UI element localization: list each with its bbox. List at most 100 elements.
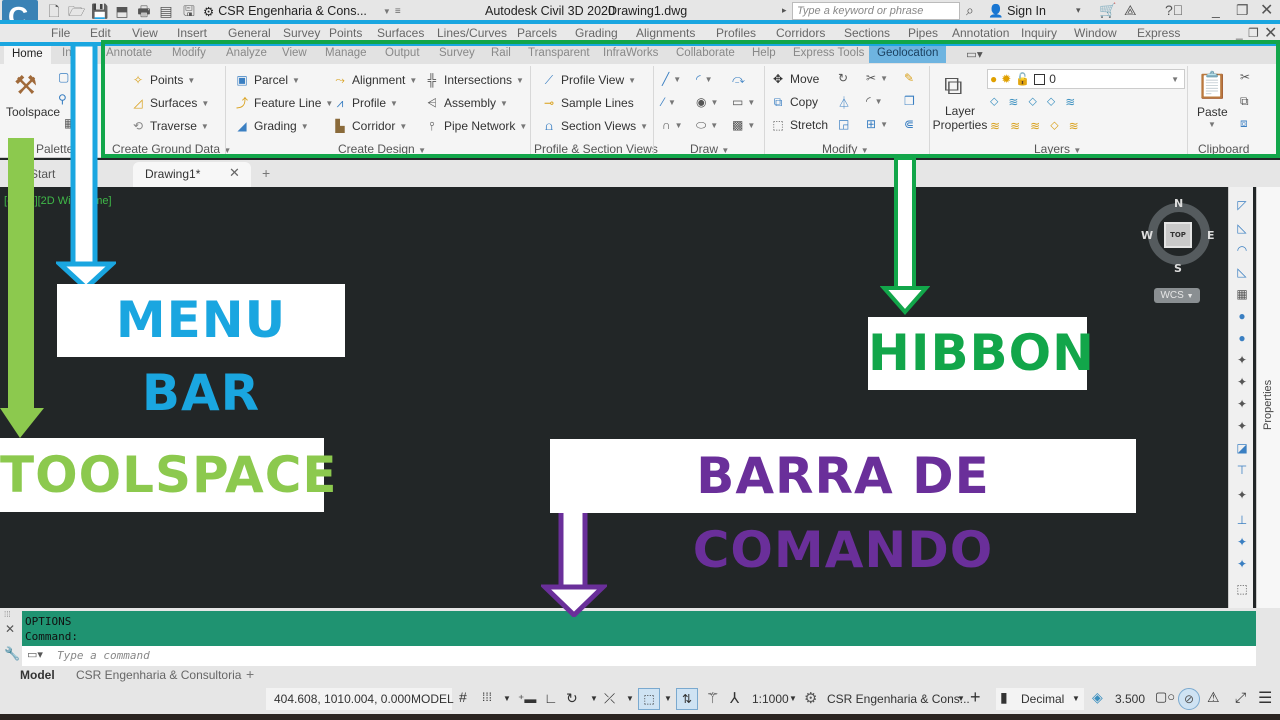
osnap-dropdown-icon[interactable]: ▼ — [664, 694, 672, 703]
quick-properties-icon[interactable]: ▢○ — [1155, 689, 1175, 705]
tab-home[interactable]: Home — [4, 45, 51, 64]
tool-icon[interactable]: ✦ — [1234, 534, 1250, 550]
polar-dropdown-icon[interactable]: ▼ — [590, 694, 598, 703]
close-icon[interactable]: ✕ — [1260, 0, 1273, 20]
clean-screen-warning-icon[interactable]: ⚠ — [1207, 689, 1220, 706]
tool-icon[interactable]: ◪ — [1234, 440, 1250, 456]
plot-preview-icon[interactable]: ▤ — [158, 3, 174, 19]
tool-icon[interactable]: ◸ — [1234, 197, 1250, 213]
terminal-icon[interactable]: ▭▾ — [27, 648, 43, 661]
fullscreen-icon[interactable]: ⤢ — [1235, 689, 1246, 706]
title-bar: 🗋 🗁 💾 ⬒ 🖶 ▤ 🖫 ⚙ CSR Engenharia & Cons...… — [0, 0, 1280, 22]
print-icon[interactable]: 🖶 — [136, 3, 152, 19]
tool-icon[interactable]: ⊥ — [1234, 512, 1250, 528]
isodraft-icon[interactable]: ⤫ — [604, 690, 615, 707]
auto-scale-icon[interactable]: ⅄ — [730, 689, 739, 707]
isodraft-dropdown-icon[interactable]: ▼ — [626, 694, 634, 703]
customize-qat-icon[interactable]: ≡ — [395, 6, 401, 17]
save-to-cloud-icon[interactable]: 🖫 — [181, 3, 197, 19]
gear-icon: ⚙ — [203, 4, 215, 19]
ucs-menu[interactable]: WCS ▼ — [1154, 288, 1200, 303]
properties-palette-label[interactable]: Properties — [1262, 380, 1274, 430]
tool-icon[interactable]: ◺ — [1234, 264, 1250, 280]
object-snap-icon[interactable]: ⬚ — [638, 688, 660, 710]
open-file-icon[interactable]: 🗁 — [68, 3, 85, 19]
compass-east[interactable]: E — [1207, 229, 1215, 242]
command-bar-label: BARRA DE COMANDO — [550, 439, 1136, 579]
tool-icon[interactable]: ● — [1234, 330, 1250, 346]
tool-icon[interactable]: ✦ — [1234, 396, 1250, 412]
graphics-performance-icon[interactable]: ⊘ — [1178, 688, 1200, 710]
units-dropdown-icon[interactable]: ▼ — [1072, 694, 1080, 703]
model-space-toggle[interactable]: MODEL — [411, 692, 454, 706]
tool-icon[interactable]: ◠ — [1234, 242, 1250, 258]
help-icon[interactable]: ?⃝ — [1165, 2, 1183, 18]
restore-icon[interactable]: ❐ — [1236, 2, 1249, 19]
chevron-down-icon: ▼ — [382, 6, 391, 16]
lineweight-icon[interactable]: ◈ — [1092, 689, 1103, 706]
tool-icon[interactable]: ✦ — [1234, 352, 1250, 368]
help-search-input[interactable]: Type a keyword or phrase — [792, 2, 960, 20]
customize-menu-icon[interactable]: ☰ — [1258, 688, 1272, 708]
dynamic-input-icon[interactable]: ⁺▬ — [518, 692, 536, 706]
workspace-select[interactable]: ⚙ CSR Engenharia & Cons... ▼ ≡ — [203, 2, 401, 20]
viewcube-top-face[interactable]: TOP — [1164, 222, 1192, 248]
dropdown-icon[interactable]: ▾ — [1076, 5, 1081, 16]
autodesk-a360-icon[interactable]: ⟁ — [1124, 2, 1137, 19]
close-command-icon[interactable]: ✕ — [5, 622, 15, 636]
tool-icon[interactable]: ✦ — [1234, 374, 1250, 390]
taskbar-strip — [0, 714, 1280, 720]
status-bar: 404.608, 1010.004, 0.000 MODEL # ⁞⁞⁞ ▼ ⁺… — [0, 684, 1280, 714]
compass-north[interactable]: N — [1174, 197, 1183, 210]
units-select[interactable]: Decimal — [1021, 692, 1064, 706]
command-input[interactable]: ▭▾ Type a command — [22, 646, 1256, 666]
workspace-dropdown-icon[interactable]: ▼ — [957, 694, 965, 703]
compass-west[interactable]: W — [1141, 229, 1153, 242]
drawing-tab[interactable]: Drawing1* ✕ — [133, 162, 251, 187]
customize-wrench-icon[interactable]: 🔧 — [4, 646, 20, 662]
snap-icon[interactable]: ⁞⁞⁞ — [482, 690, 492, 704]
new-tab-icon[interactable]: + — [262, 165, 270, 181]
snap-dropdown-icon[interactable]: ▼ — [503, 694, 511, 703]
save-icon[interactable]: 💾 — [91, 3, 108, 19]
tool-icon[interactable]: ● — [1234, 308, 1250, 324]
save-as-icon[interactable]: ⬒ — [114, 3, 130, 19]
annotation-scale[interactable]: 1:1000 — [752, 692, 789, 706]
lineweight-value[interactable]: 3.500 — [1115, 692, 1145, 706]
new-file-icon[interactable]: 🗋 — [46, 3, 62, 19]
tool-icon[interactable]: ▦ — [1234, 286, 1250, 302]
workspace-switch[interactable]: CSR Engenharia & Cons... — [827, 692, 970, 706]
grip-handle[interactable]: ⁞⁞⁞ — [4, 610, 11, 619]
toolspace-button[interactable]: Toolspace — [6, 105, 60, 119]
model-tab[interactable]: Model — [20, 668, 55, 682]
tool-icon[interactable]: ◺ — [1234, 220, 1250, 236]
app-title: Autodesk Civil 3D 2020 — [485, 4, 615, 18]
command-history-line: Command: — [25, 630, 78, 643]
ortho-icon[interactable]: ∟ — [544, 690, 558, 706]
tool-icon[interactable]: ⊤ — [1234, 462, 1250, 478]
compass-south[interactable]: S — [1174, 262, 1182, 275]
layout-tab[interactable]: CSR Engenharia & Consultoria — [76, 668, 241, 682]
coordinate-readout[interactable]: 404.608, 1010.004, 0.000 — [274, 692, 411, 706]
polar-tracking-icon[interactable]: ↻ — [566, 690, 578, 707]
tool-icon[interactable]: ✦ — [1234, 556, 1250, 572]
tool-icon[interactable]: ⬚ — [1234, 581, 1250, 597]
workspace-gear-icon[interactable]: ⚙ — [804, 689, 817, 707]
cart-icon[interactable]: 🛒 — [1099, 2, 1116, 19]
minimize-icon[interactable]: _ — [1212, 2, 1220, 18]
object-snap-tracking-icon[interactable]: ⇅ — [676, 688, 698, 710]
search-expand-icon[interactable]: ▸ — [782, 5, 787, 16]
tool-icon[interactable]: ✦ — [1234, 418, 1250, 434]
annotation-visibility-icon[interactable]: ⚚ — [706, 689, 719, 707]
crosshair-icon[interactable]: + — [970, 687, 981, 708]
grid-icon[interactable]: # — [459, 689, 467, 705]
ucs-label: WCS — [1160, 290, 1184, 301]
command-placeholder: Type a command — [57, 649, 150, 662]
tool-icon[interactable]: ✦ — [1234, 487, 1250, 503]
binoculars-icon[interactable]: ⌕ — [966, 2, 974, 19]
new-layout-icon[interactable]: + — [246, 666, 254, 682]
document-title: Drawing1.dwg — [608, 4, 688, 18]
close-tab-icon[interactable]: ✕ — [229, 165, 240, 181]
scale-dropdown-icon[interactable]: ▼ — [789, 694, 797, 703]
sign-in-button[interactable]: 👤 Sign In — [988, 4, 1046, 19]
